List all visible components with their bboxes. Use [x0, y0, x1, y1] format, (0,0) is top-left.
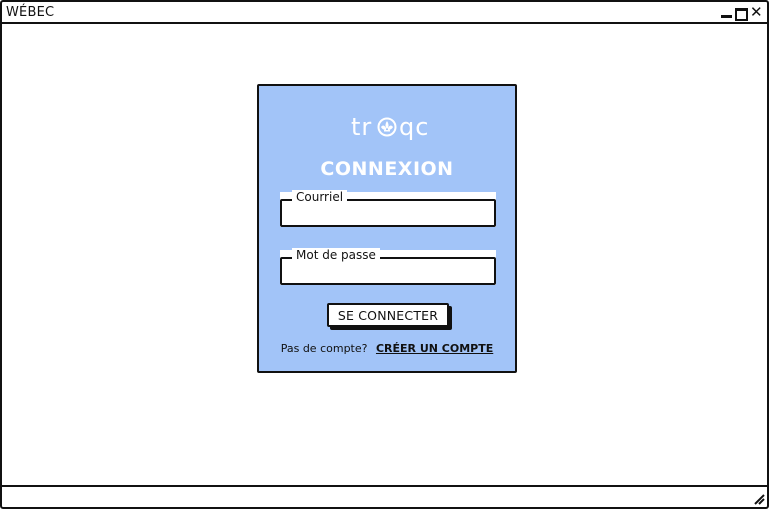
email-label: Courriel [292, 190, 348, 204]
maximize-icon[interactable] [735, 7, 748, 21]
login-heading: CONNEXION [320, 158, 454, 180]
email-input[interactable] [284, 203, 492, 223]
window-controls: ✕ [720, 3, 763, 21]
resize-grip-icon[interactable] [753, 493, 765, 505]
window-title: WÉBEC [6, 5, 55, 20]
create-account-link[interactable]: CRÉER UN COMPTE [376, 342, 493, 355]
fleur-de-lis-icon [377, 117, 397, 137]
status-bar [2, 485, 767, 507]
logo-text-right: qc [399, 113, 429, 141]
close-icon[interactable]: ✕ [750, 3, 763, 21]
title-bar[interactable]: WÉBEC ✕ [2, 2, 767, 24]
signup-row: Pas de compte? CRÉER UN COMPTE [259, 342, 515, 355]
minimize-icon[interactable] [720, 7, 732, 19]
logo-text-left: tr [351, 113, 372, 141]
browser-window: WÉBEC ✕ tr qc CONNEXION Courriel Mot de … [0, 0, 769, 509]
login-button[interactable]: SE CONNECTER [327, 303, 449, 327]
login-panel: tr qc CONNEXION Courriel Mot de passe SE… [257, 84, 517, 373]
troqc-logo: tr qc [351, 113, 429, 141]
password-label: Mot de passe [292, 248, 380, 262]
password-input[interactable] [284, 261, 492, 281]
no-account-text: Pas de compte? [280, 342, 368, 355]
password-field[interactable]: Mot de passe [280, 248, 496, 285]
email-field[interactable]: Courriel [280, 190, 496, 227]
